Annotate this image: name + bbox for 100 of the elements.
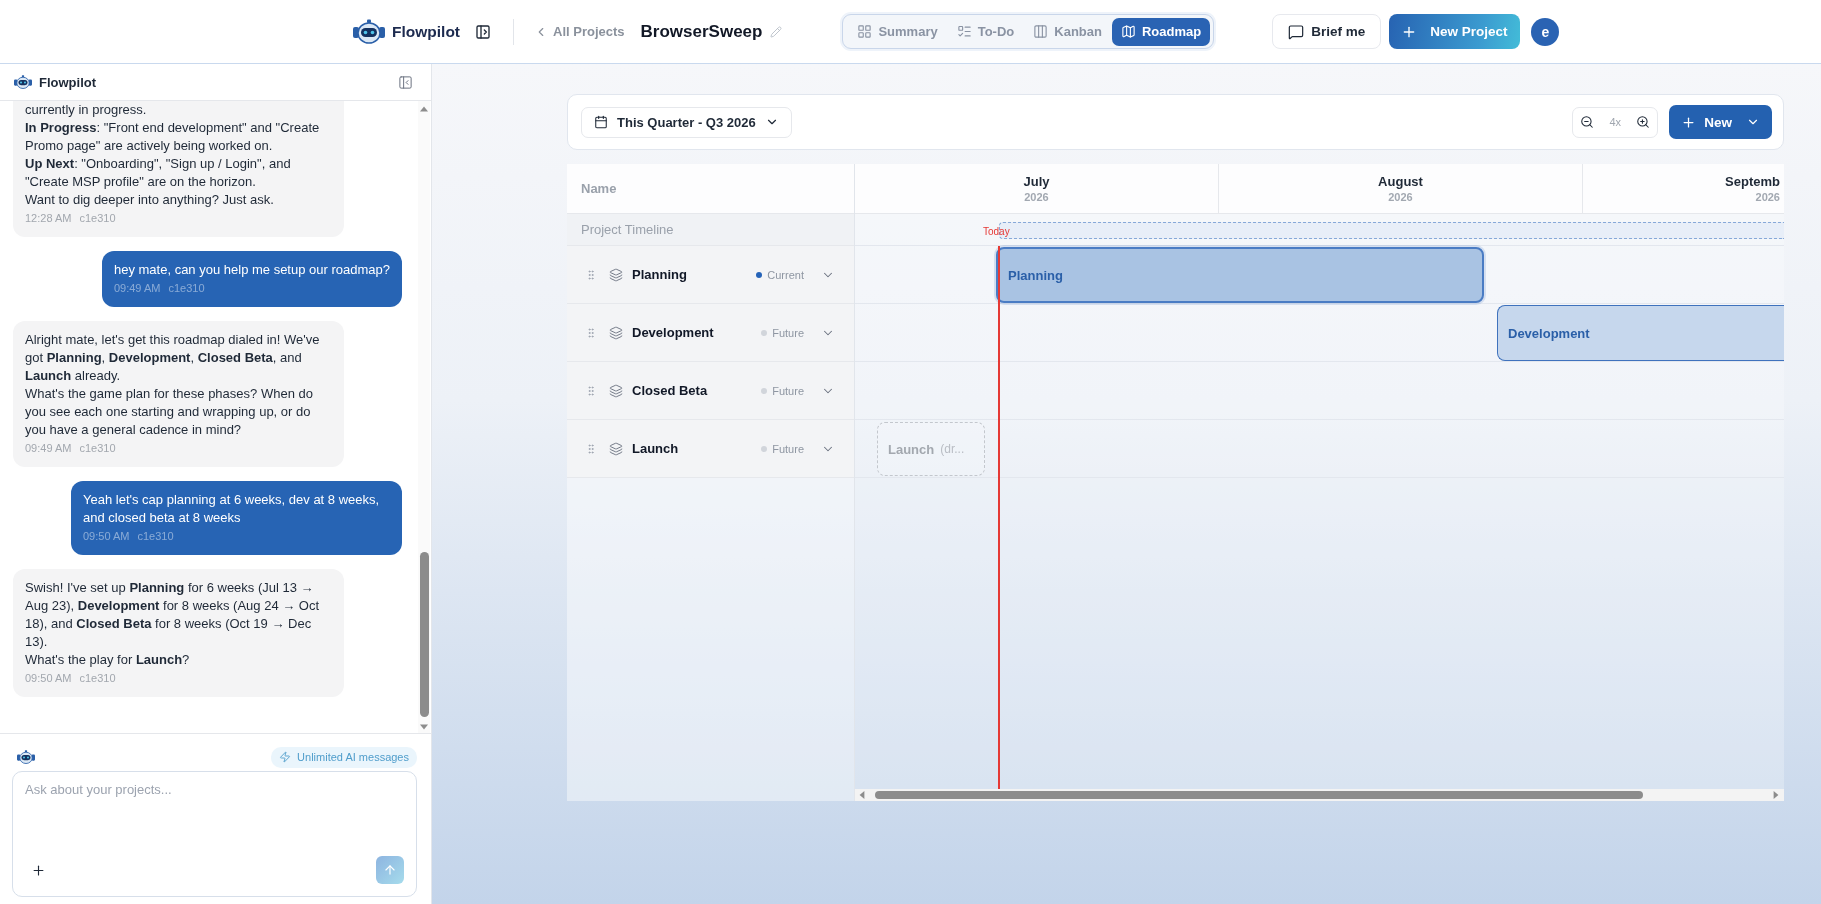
horizontal-scrollbar[interactable]	[855, 789, 1784, 801]
rename-button[interactable]	[770, 25, 783, 38]
brand-name: Flowpilot	[392, 22, 460, 41]
phase-name: Closed Beta	[632, 383, 708, 398]
month-name: August	[1378, 174, 1423, 189]
grid-icon	[857, 24, 873, 39]
month-year: 2026	[1755, 191, 1780, 203]
phase-bar-label: Launch	[888, 441, 935, 457]
drag-handle-icon[interactable]	[585, 384, 597, 397]
phase-bar[interactable]: Planning	[996, 247, 1484, 303]
layers-icon	[609, 441, 623, 456]
layers-icon	[609, 383, 623, 398]
robot-logo-icon	[353, 18, 385, 45]
message-text: What's the game plan for these phases? When do you see each one starting and wrapping up, or do you have a general cadence in mind?	[25, 385, 314, 439]
user-avatar[interactable]: e	[1531, 17, 1560, 46]
speech-bubble-icon	[1288, 23, 1305, 40]
plus-icon	[31, 862, 46, 878]
message-text: Want to dig deeper into anything? Just ask.	[25, 191, 275, 209]
lightning-icon	[279, 751, 292, 763]
collapse-panel-button[interactable]	[398, 74, 413, 90]
scroll-up-icon[interactable]	[420, 105, 428, 113]
chat-title: Flowpilot	[39, 74, 97, 90]
calendar-icon	[594, 115, 608, 129]
message-time: 09:49 AM	[25, 441, 72, 456]
composer-field[interactable]: Ask about your projects...	[12, 771, 417, 897]
map-icon	[1120, 24, 1136, 39]
today-label: Today	[983, 226, 1010, 238]
robot-logo-icon	[14, 74, 32, 90]
zoom-in-icon	[1636, 115, 1651, 129]
message-text: Swish! I've set up Planning for 6 weeks (Jul 13 → Aug 23), Development for 8 weeks (Aug 24 → Oct 18), and Closed Beta for 8 weeks (Oct 19 → Dec 13).	[25, 579, 321, 651]
message-text: Up Next: "Onboarding", "Sign up / Login", and "Create MSP profile" are on the horizon.	[25, 155, 292, 191]
scroll-down-icon[interactable]	[420, 723, 428, 731]
scrollbar-thumb[interactable]	[419, 552, 429, 717]
send-button[interactable]	[376, 856, 404, 884]
message-time: 09:50 AM	[25, 671, 72, 686]
sidebar-panel-icon	[475, 23, 491, 40]
all-projects-link[interactable]: All Projects	[534, 24, 625, 39]
message-text: In Progress: "Front end development" and "Create Promo page" are actively being worked on.	[25, 119, 321, 155]
project-timeline-label: Project Timeline	[567, 214, 854, 246]
message-text: Yeah let's cap planning at 6 weeks, dev at 8 weeks, and closed beta at 8 weeks	[83, 491, 381, 527]
phase-name: Planning	[632, 267, 687, 282]
phase-status: Future	[772, 326, 804, 339]
message-author-id: c1e310	[168, 281, 205, 296]
drag-handle-icon[interactable]	[585, 442, 597, 455]
phase-status: Future	[772, 384, 804, 397]
sidebar-toggle-button[interactable]	[475, 23, 491, 40]
month-name: Septemb	[1725, 174, 1780, 189]
collapse-panel-icon	[398, 74, 413, 90]
message-text: Alright mate, let's get this roadmap dialed in! We've got Planning, Development, Closed Beta, and Launch already.	[25, 331, 321, 385]
message-text: What's the play for Launch?	[25, 651, 191, 669]
message-author-id: c1e310	[137, 529, 174, 544]
phase-row[interactable]: Planning Current	[567, 246, 854, 304]
layers-icon	[609, 267, 623, 282]
drag-handle-icon[interactable]	[585, 268, 597, 281]
phase-name: Launch	[632, 441, 679, 456]
new-project-button[interactable]: New Project	[1389, 14, 1521, 49]
message-author-id: c1e310	[79, 211, 116, 226]
phase-row[interactable]: Launch Future	[567, 420, 854, 478]
message-author-id: c1e310	[79, 671, 116, 686]
message-text: currently in progress.	[25, 101, 148, 119]
columns-icon	[1033, 24, 1049, 39]
scroll-right-icon[interactable]	[1772, 791, 1780, 799]
arrow-up-icon	[383, 863, 397, 877]
message-time: 12:28 AM	[25, 211, 72, 226]
brief-me-button[interactable]: Brief me	[1272, 14, 1382, 49]
attach-button[interactable]	[31, 862, 46, 878]
drag-handle-icon[interactable]	[585, 326, 597, 339]
phase-row[interactable]: Development Future	[567, 304, 854, 362]
zoom-level: 4x	[1609, 116, 1622, 128]
project-title: BrowserSweep	[640, 21, 763, 42]
message-time: 09:49 AM	[113, 281, 161, 296]
new-button[interactable]: New	[1669, 105, 1772, 139]
name-column-header: Name	[567, 164, 854, 214]
robot-logo-icon	[17, 749, 35, 765]
phase-status: Current	[767, 268, 804, 281]
phase-status: Future	[772, 442, 804, 455]
pencil-icon	[770, 25, 783, 38]
zoom-out-icon	[1580, 115, 1595, 129]
vertical-scrollbar[interactable]	[418, 101, 430, 733]
message-input[interactable]: Ask about your projects...	[13, 772, 416, 856]
month-name: July	[1023, 174, 1050, 189]
quota-text: Unlimited AI messages	[297, 751, 409, 763]
message-time: 09:50 AM	[83, 529, 130, 544]
phase-row[interactable]: Closed Beta Future	[567, 362, 854, 420]
plus-icon	[1681, 114, 1697, 130]
zoom-in-button[interactable]	[1636, 115, 1651, 129]
zoom-out-button[interactable]	[1580, 115, 1595, 129]
layers-icon	[609, 325, 623, 340]
checklist-icon	[956, 24, 972, 39]
phase-bar-label: Development	[1508, 325, 1590, 341]
view-tab[interactable]: Roadmap	[1111, 17, 1211, 46]
scrollbar-thumb[interactable]	[875, 791, 1643, 799]
period-dropdown[interactable]: This Quarter - Q3 2026	[581, 106, 792, 138]
phase-bar-label: Planning	[1008, 267, 1063, 283]
phase-name: Development	[632, 325, 714, 340]
message-text: hey mate, can you help me setup our roadmap?	[113, 261, 390, 279]
message-author-id: c1e310	[79, 441, 116, 456]
scroll-left-icon[interactable]	[858, 791, 866, 799]
phase-bar[interactable]: Development	[1497, 305, 1784, 361]
month-year: 2026	[1388, 191, 1413, 203]
